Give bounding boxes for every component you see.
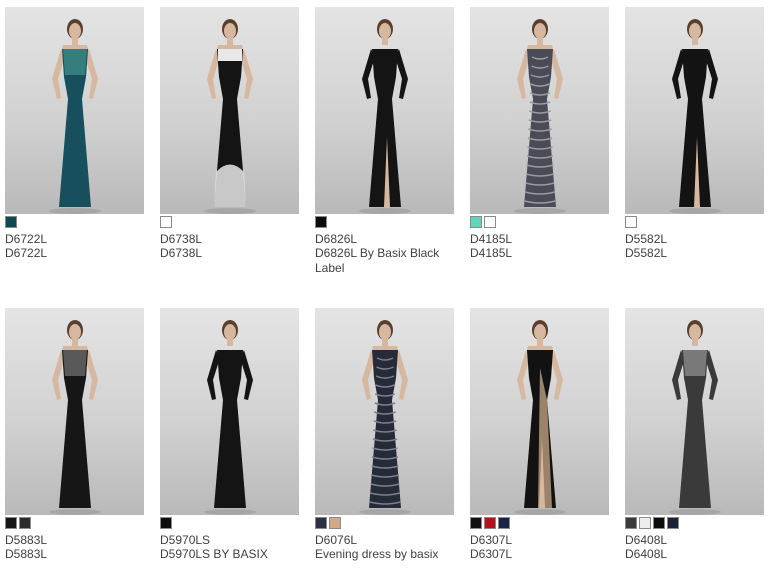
product-name[interactable]: Evening dress by basix (315, 547, 450, 562)
product-name[interactable]: D6307L (470, 547, 605, 562)
color-swatches (470, 517, 510, 529)
product-name[interactable]: D6722L (5, 246, 140, 261)
color-swatch[interactable] (667, 517, 679, 529)
color-swatch[interactable] (484, 216, 496, 228)
model-illustration (359, 320, 411, 515)
color-swatch[interactable] (315, 517, 327, 529)
color-swatches (625, 517, 679, 529)
color-swatches (470, 216, 496, 228)
product-name[interactable]: D5970LS BY BASIX (160, 547, 295, 562)
product-code[interactable]: D6738L (160, 232, 202, 246)
model-illustration (669, 320, 721, 515)
product-photo[interactable] (315, 7, 454, 214)
model-illustration (49, 19, 101, 214)
color-swatch[interactable] (470, 517, 482, 529)
product-code[interactable]: D6722L (5, 232, 47, 246)
product-name[interactable]: D5582L (625, 246, 760, 261)
product-photo[interactable] (5, 308, 144, 515)
color-swatches (625, 216, 637, 228)
product-code[interactable]: D5970LS (160, 533, 210, 547)
model-illustration (204, 19, 256, 214)
model-illustration (669, 19, 721, 214)
product-photo[interactable] (315, 308, 454, 515)
product-photo[interactable] (625, 308, 764, 515)
product-photo[interactable] (160, 308, 299, 515)
color-swatches (315, 517, 341, 529)
product-photo[interactable] (470, 308, 609, 515)
product-photo[interactable] (470, 7, 609, 214)
color-swatch[interactable] (484, 517, 496, 529)
product-code[interactable]: D6408L (625, 533, 667, 547)
product-code[interactable]: D6076L (315, 533, 357, 547)
product-name[interactable]: D5883L (5, 547, 140, 562)
product-name[interactable]: D6738L (160, 246, 295, 261)
color-swatch[interactable] (653, 517, 665, 529)
product-code[interactable]: D6826L (315, 232, 357, 246)
color-swatch[interactable] (19, 517, 31, 529)
color-swatch[interactable] (470, 216, 482, 228)
color-swatch[interactable] (5, 517, 17, 529)
color-swatches (5, 517, 31, 529)
model-illustration (514, 320, 566, 515)
product-code[interactable]: D5883L (5, 533, 47, 547)
model-illustration (359, 19, 411, 214)
color-swatches (5, 216, 17, 228)
product-name[interactable]: D4185L (470, 246, 605, 261)
model-illustration (514, 19, 566, 214)
color-swatch[interactable] (315, 216, 327, 228)
color-swatch[interactable] (160, 216, 172, 228)
color-swatch[interactable] (329, 517, 341, 529)
color-swatch[interactable] (498, 517, 510, 529)
product-name[interactable]: D6408L (625, 547, 760, 562)
color-swatches (315, 216, 327, 228)
product-code[interactable]: D5582L (625, 232, 667, 246)
product-photo[interactable] (5, 7, 144, 214)
model-illustration (49, 320, 101, 515)
color-swatches (160, 216, 172, 228)
product-grid: D6722L D6722L D6738L D6738L D6826L D6826L By … (0, 0, 770, 571)
product-code[interactable]: D6307L (470, 533, 512, 547)
color-swatch[interactable] (5, 216, 17, 228)
product-photo[interactable] (160, 7, 299, 214)
product-photo[interactable] (625, 7, 764, 214)
model-illustration (204, 320, 256, 515)
product-name[interactable]: D6826L By Basix Black Label (315, 246, 450, 276)
color-swatch[interactable] (625, 216, 637, 228)
color-swatch[interactable] (625, 517, 637, 529)
color-swatch[interactable] (160, 517, 172, 529)
product-code[interactable]: D4185L (470, 232, 512, 246)
color-swatch[interactable] (639, 517, 651, 529)
color-swatches (160, 517, 172, 529)
